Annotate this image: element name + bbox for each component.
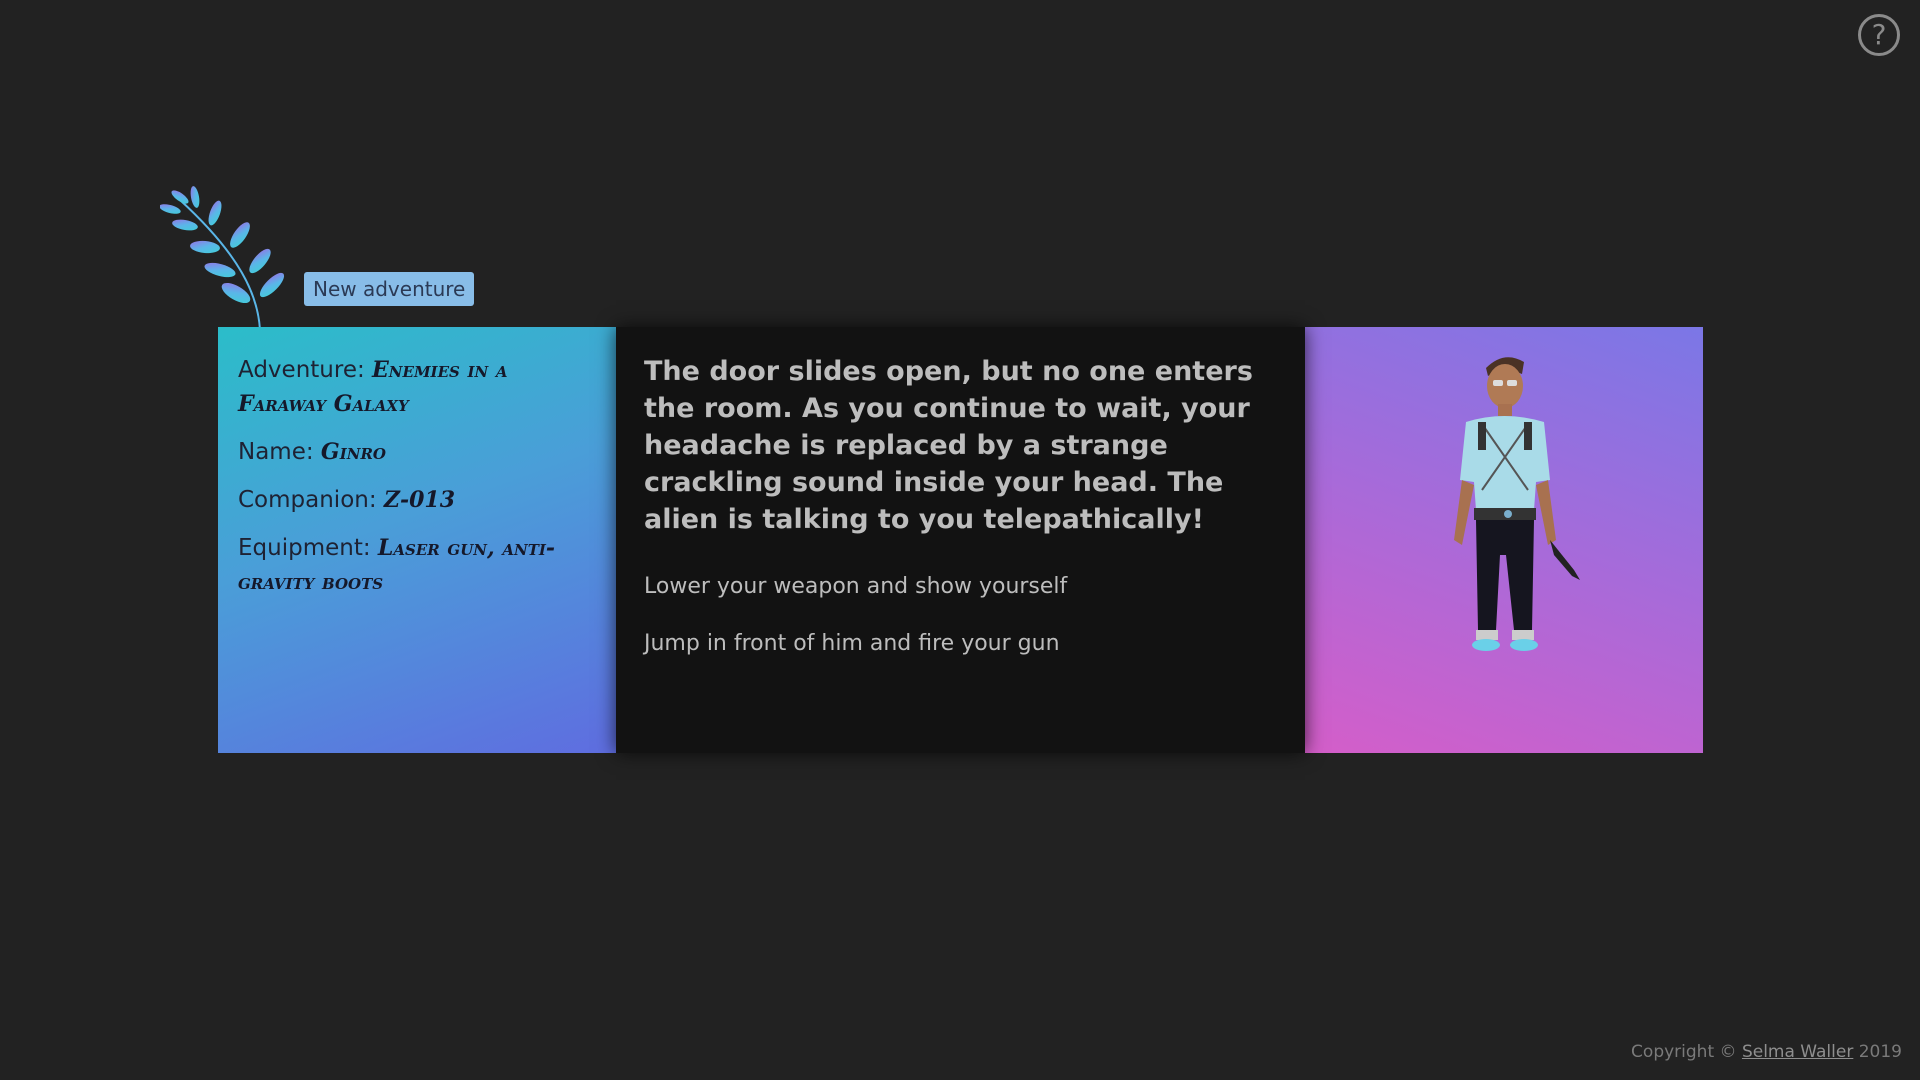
choice-option[interactable]: Jump in front of him and fire your gun [644, 629, 1277, 659]
copyright-footer: Copyright © Selma Waller 2019 [1631, 1042, 1902, 1062]
equipment-label: Equipment: [238, 535, 371, 561]
choice-option[interactable]: Lower your weapon and show yourself [644, 572, 1277, 602]
name-row: Name: Ginro [238, 435, 596, 469]
story-panel: The door slides open, but no one enters … [616, 327, 1305, 753]
game-screen: ? New adventure Adventure: Enemies in a … [0, 0, 1920, 1080]
adventure-row: Adventure: Enemies in a Faraway Galaxy [238, 353, 596, 421]
companion-row: Companion: Z-013 [238, 483, 596, 517]
character-portrait-panel [1305, 327, 1703, 753]
companion-label: Companion: [238, 487, 377, 513]
author-link[interactable]: Selma Waller [1742, 1042, 1853, 1062]
companion-value: Z-013 [383, 487, 456, 513]
adventure-card: Adventure: Enemies in a Faraway Galaxy N… [218, 327, 1703, 753]
story-text: The door slides open, but no one enters … [644, 356, 1253, 535]
copyright-prefix: Copyright © [1631, 1042, 1737, 1062]
question-mark-icon: ? [1871, 18, 1887, 51]
new-adventure-button[interactable]: New adventure [304, 272, 475, 306]
equipment-row: Equipment: Laser gun, anti-gravity boots [238, 531, 596, 599]
character-figure-icon [1454, 357, 1580, 651]
leaf-decoration-icon [160, 186, 285, 330]
help-button[interactable]: ? [1858, 14, 1900, 56]
copyright-year: 2019 [1858, 1042, 1902, 1062]
adventure-label: Adventure: [238, 357, 365, 383]
name-label: Name: [238, 439, 314, 465]
name-value: Ginro [320, 439, 386, 465]
character-info-panel: Adventure: Enemies in a Faraway Galaxy N… [218, 327, 616, 753]
